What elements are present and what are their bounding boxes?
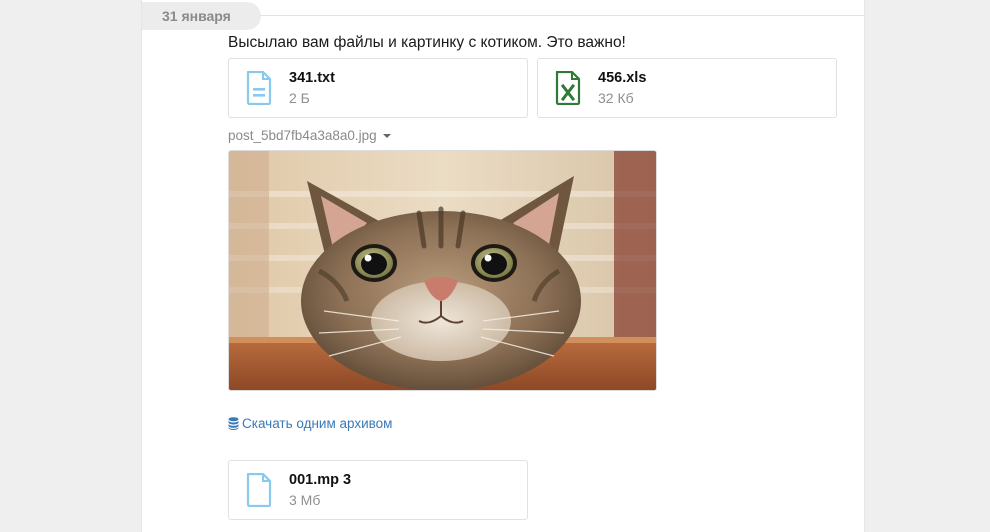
download-archive-link[interactable]: Скачать одним архивом xyxy=(228,416,392,433)
file-name: 456.xls xyxy=(598,70,647,86)
date-badge: 31 января xyxy=(142,2,261,30)
file-size: 3 Мб xyxy=(289,492,321,508)
chat-panel: 31 января Высылаю вам файлы и картинку с… xyxy=(141,0,865,532)
audio-file-icon xyxy=(246,472,272,508)
file-size: 32 Кб xyxy=(598,90,634,106)
message-text: Высылаю вам файлы и картинку с котиком. … xyxy=(228,34,626,51)
image-filename: post_5bd7fb4a3a8a0.jpg xyxy=(228,128,377,143)
file-size: 2 Б xyxy=(289,90,310,106)
excel-file-icon xyxy=(555,70,581,106)
file-attachment-xls[interactable]: 456.xls 32 Кб xyxy=(537,58,837,118)
image-filename-dropdown[interactable]: post_5bd7fb4a3a8a0.jpg xyxy=(228,128,391,143)
cat-photo[interactable] xyxy=(228,150,657,391)
download-archive-label: Скачать одним архивом xyxy=(242,416,393,431)
text-file-icon xyxy=(246,70,272,106)
file-attachment-mp3[interactable]: 001.mp 3 3 Мб xyxy=(228,460,528,520)
file-name: 001.mp 3 xyxy=(289,472,352,488)
chevron-down-icon xyxy=(382,134,391,139)
file-attachment-txt[interactable]: 341.txt 2 Б xyxy=(228,58,528,118)
file-name: 341.txt xyxy=(289,70,335,86)
database-icon xyxy=(228,417,239,433)
